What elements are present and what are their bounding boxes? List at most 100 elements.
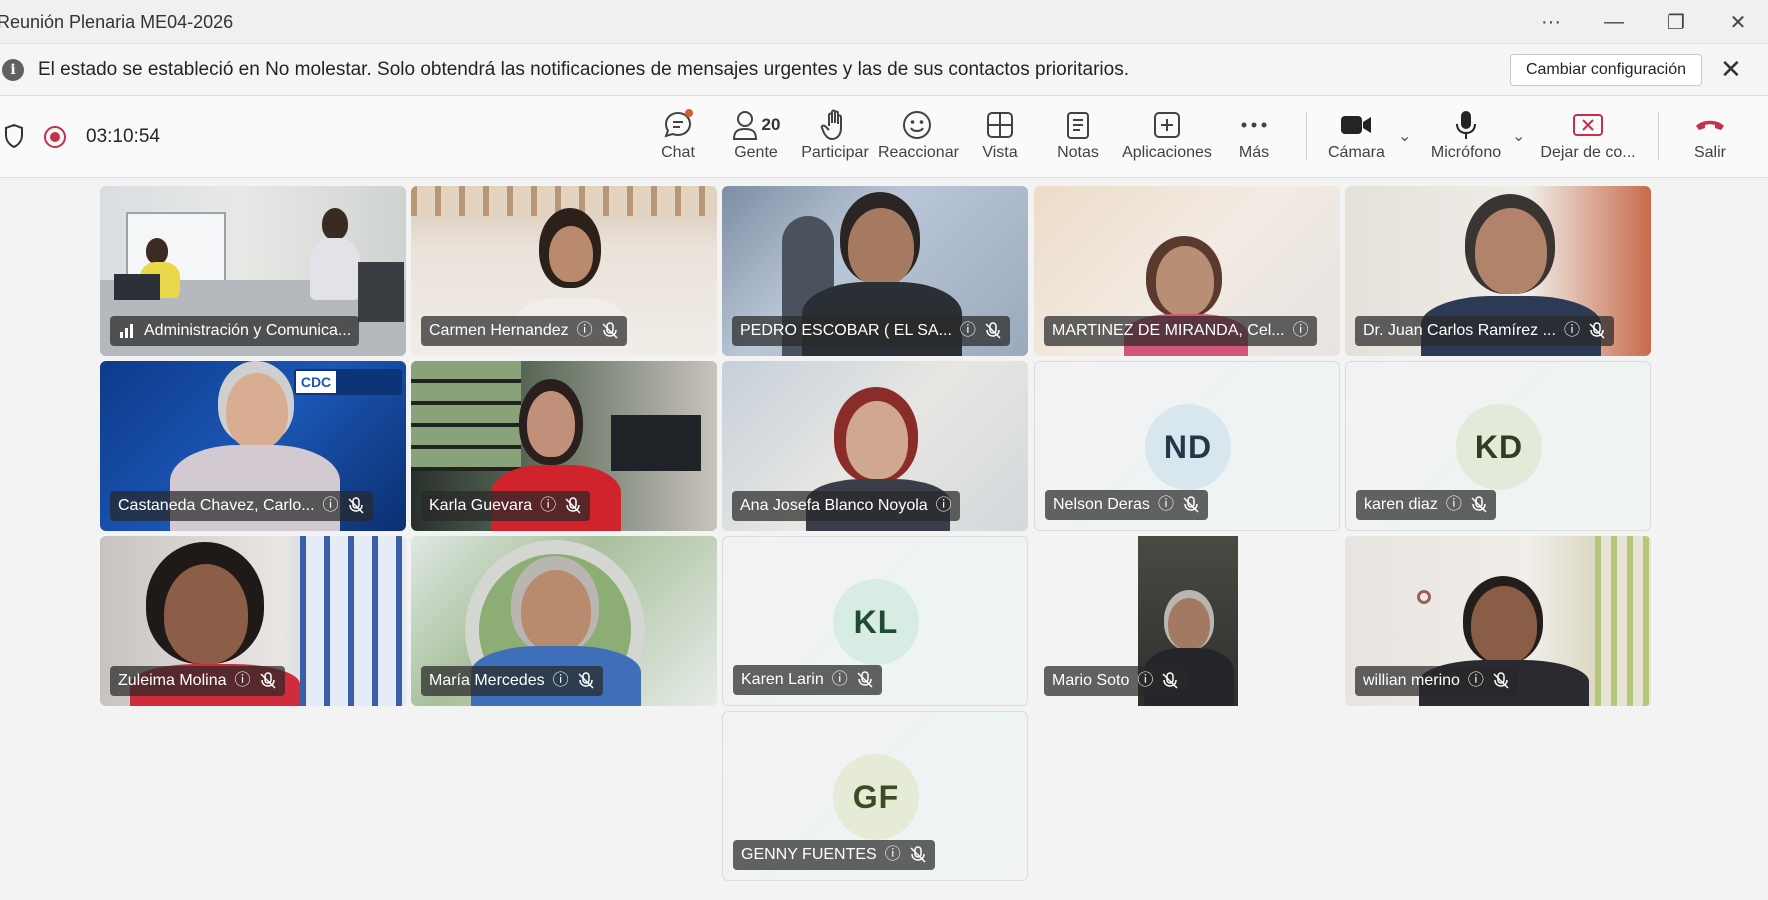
participant-nameplate: Karen Larin ⓘ: [733, 665, 882, 695]
microphone-icon: [1456, 111, 1476, 139]
more-icon: [1241, 122, 1267, 128]
camera-button[interactable]: Cámara: [1328, 108, 1385, 170]
participant-tile[interactable]: PEDRO ESCOBAR ( EL SA... ⓘ: [722, 186, 1028, 356]
participant-name: GENNY FUENTES: [741, 846, 877, 863]
participant-nameplate: karen diaz ⓘ: [1356, 490, 1496, 520]
participant-tile[interactable]: GF GENNY FUENTES ⓘ: [722, 711, 1028, 881]
toolbar-separator: [1658, 112, 1659, 160]
participant-name: Karla Guevara: [429, 497, 533, 514]
participant-tile[interactable]: Ana Josefa Blanco Noyola ⓘ: [722, 361, 1028, 531]
leave-button[interactable]: Salir: [1690, 108, 1730, 170]
participant-tile[interactable]: Administración y Comunica...: [100, 186, 406, 356]
chat-label: Chat: [661, 144, 695, 161]
unknown-status-icon: ⓘ: [576, 322, 593, 339]
unknown-status-icon: ⓘ: [1157, 496, 1174, 513]
notes-label: Notas: [1057, 144, 1099, 161]
stop-share-icon: [1573, 114, 1603, 136]
avatar: ND: [1145, 404, 1231, 490]
participant-nameplate: Karla Guevara ⓘ: [421, 491, 591, 521]
participant-nameplate: MARTINEZ DE MIRANDA, Cel... ⓘ: [1044, 316, 1317, 346]
microphone-muted-icon: [348, 497, 364, 514]
dnd-notification-bar: i El estado se estableció en No molestar…: [0, 44, 1768, 96]
microphone-muted-icon: [578, 672, 594, 689]
apps-label: Aplicaciones: [1122, 144, 1212, 161]
apps-button[interactable]: Aplicaciones: [1122, 108, 1212, 170]
participant-name: willian merino: [1363, 672, 1460, 689]
participant-nameplate: GENNY FUENTES ⓘ: [733, 840, 935, 870]
participant-name: Castaneda Chavez, Carlo...: [118, 497, 315, 514]
microphone-muted-icon: [1183, 496, 1199, 513]
participant-tile[interactable]: Carmen Hernandez ⓘ: [411, 186, 717, 356]
microphone-label: Micrófono: [1430, 144, 1502, 161]
participant-nameplate: willian merino ⓘ: [1355, 666, 1518, 696]
change-settings-button[interactable]: Cambiar configuración: [1510, 54, 1702, 86]
participant-tile[interactable]: Dr. Juan Carlos Ramírez ... ⓘ: [1345, 186, 1651, 356]
microphone-muted-icon: [259, 672, 276, 689]
microphone-muted-icon: [1162, 672, 1178, 689]
participant-nameplate: María Mercedes ⓘ: [421, 666, 603, 696]
unknown-status-icon: ⓘ: [959, 322, 976, 339]
unknown-status-icon: ⓘ: [935, 497, 952, 514]
view-button[interactable]: Vista: [978, 108, 1022, 170]
people-count: 20: [761, 115, 781, 134]
participant-tile[interactable]: KL Karen Larin ⓘ: [722, 536, 1028, 706]
unknown-status-icon: ⓘ: [234, 672, 251, 689]
participant-name: MARTINEZ DE MIRANDA, Cel...: [1052, 322, 1285, 339]
microphone-muted-icon: [985, 322, 1001, 339]
microphone-button[interactable]: Micrófono: [1428, 108, 1504, 170]
participant-name: María Mercedes: [429, 672, 545, 689]
unknown-status-icon: ⓘ: [1445, 496, 1462, 513]
people-button[interactable]: 20 Gente: [726, 108, 786, 170]
recording-icon: [44, 126, 66, 148]
unknown-status-icon: ⓘ: [1467, 672, 1484, 689]
leave-label: Salir: [1693, 144, 1726, 161]
microphone-muted-icon: [910, 846, 926, 863]
participant-tile[interactable]: CDC Castaneda Chavez, Carlo... ⓘ: [100, 361, 406, 531]
camera-options-chevron-icon[interactable]: ⌄: [1398, 126, 1411, 146]
microphone-muted-icon: [602, 322, 618, 339]
participant-nameplate: Nelson Deras ⓘ: [1045, 490, 1208, 520]
microphone-options-chevron-icon[interactable]: ⌄: [1512, 126, 1525, 146]
participant-name: Carmen Hernandez: [429, 322, 569, 339]
smile-icon: [903, 111, 931, 139]
participant-name: karen diaz: [1364, 496, 1438, 513]
avatar: KD: [1456, 404, 1542, 490]
chat-button[interactable]: Chat: [652, 108, 704, 170]
raise-hand-label: Participar: [801, 144, 869, 161]
participant-tile[interactable]: KD karen diaz ⓘ: [1345, 361, 1651, 531]
participant-tile[interactable]: Zuleima Molina ⓘ: [100, 536, 406, 706]
close-window-button[interactable]: ✕: [1708, 0, 1768, 44]
react-label: Reaccionar: [878, 144, 959, 161]
more-label: Más: [1238, 144, 1270, 161]
restore-button[interactable]: ❐: [1646, 0, 1706, 44]
participant-tile[interactable]: willian merino ⓘ: [1345, 536, 1651, 706]
notes-button[interactable]: Notas: [1054, 108, 1102, 170]
close-notification-icon[interactable]: ✕: [1720, 54, 1742, 85]
participant-name: Ana Josefa Blanco Noyola: [740, 497, 928, 514]
meeting-toolbar: 03:10:54 Chat 20 Gente Participar Reacci…: [0, 96, 1768, 178]
raise-hand-button[interactable]: Participar: [800, 108, 870, 170]
participant-tile[interactable]: Mario Soto ⓘ: [1034, 536, 1340, 706]
people-icon: [732, 111, 757, 140]
participant-tile[interactable]: ND Nelson Deras ⓘ: [1034, 361, 1340, 531]
microphone-muted-icon: [1493, 672, 1509, 689]
chat-icon: [664, 109, 693, 138]
unknown-status-icon: ⓘ: [1292, 322, 1309, 339]
participant-tile[interactable]: Karla Guevara ⓘ: [411, 361, 717, 531]
microphone-muted-icon: [565, 497, 581, 514]
stop-sharing-label: Dejar de co...: [1540, 144, 1636, 161]
stop-sharing-button[interactable]: Dejar de co...: [1540, 108, 1636, 170]
more-button[interactable]: Más: [1236, 108, 1272, 170]
react-button[interactable]: Reaccionar: [878, 108, 959, 170]
participant-nameplate: Zuleima Molina ⓘ: [110, 666, 285, 696]
minimize-button[interactable]: —: [1584, 0, 1644, 44]
participant-name: Karen Larin: [741, 671, 824, 688]
more-options-icon[interactable]: ···: [1521, 0, 1581, 44]
avatar: GF: [833, 754, 919, 840]
participant-tile[interactable]: MARTINEZ DE MIRANDA, Cel... ⓘ: [1034, 186, 1340, 356]
shield-icon[interactable]: [4, 124, 24, 148]
signal-icon: [120, 324, 133, 338]
raise-hand-icon: [820, 109, 842, 140]
title-bar: Reunión Plenaria ME04-2026 ··· — ❐ ✕: [0, 0, 1768, 44]
participant-tile[interactable]: María Mercedes ⓘ: [411, 536, 717, 706]
